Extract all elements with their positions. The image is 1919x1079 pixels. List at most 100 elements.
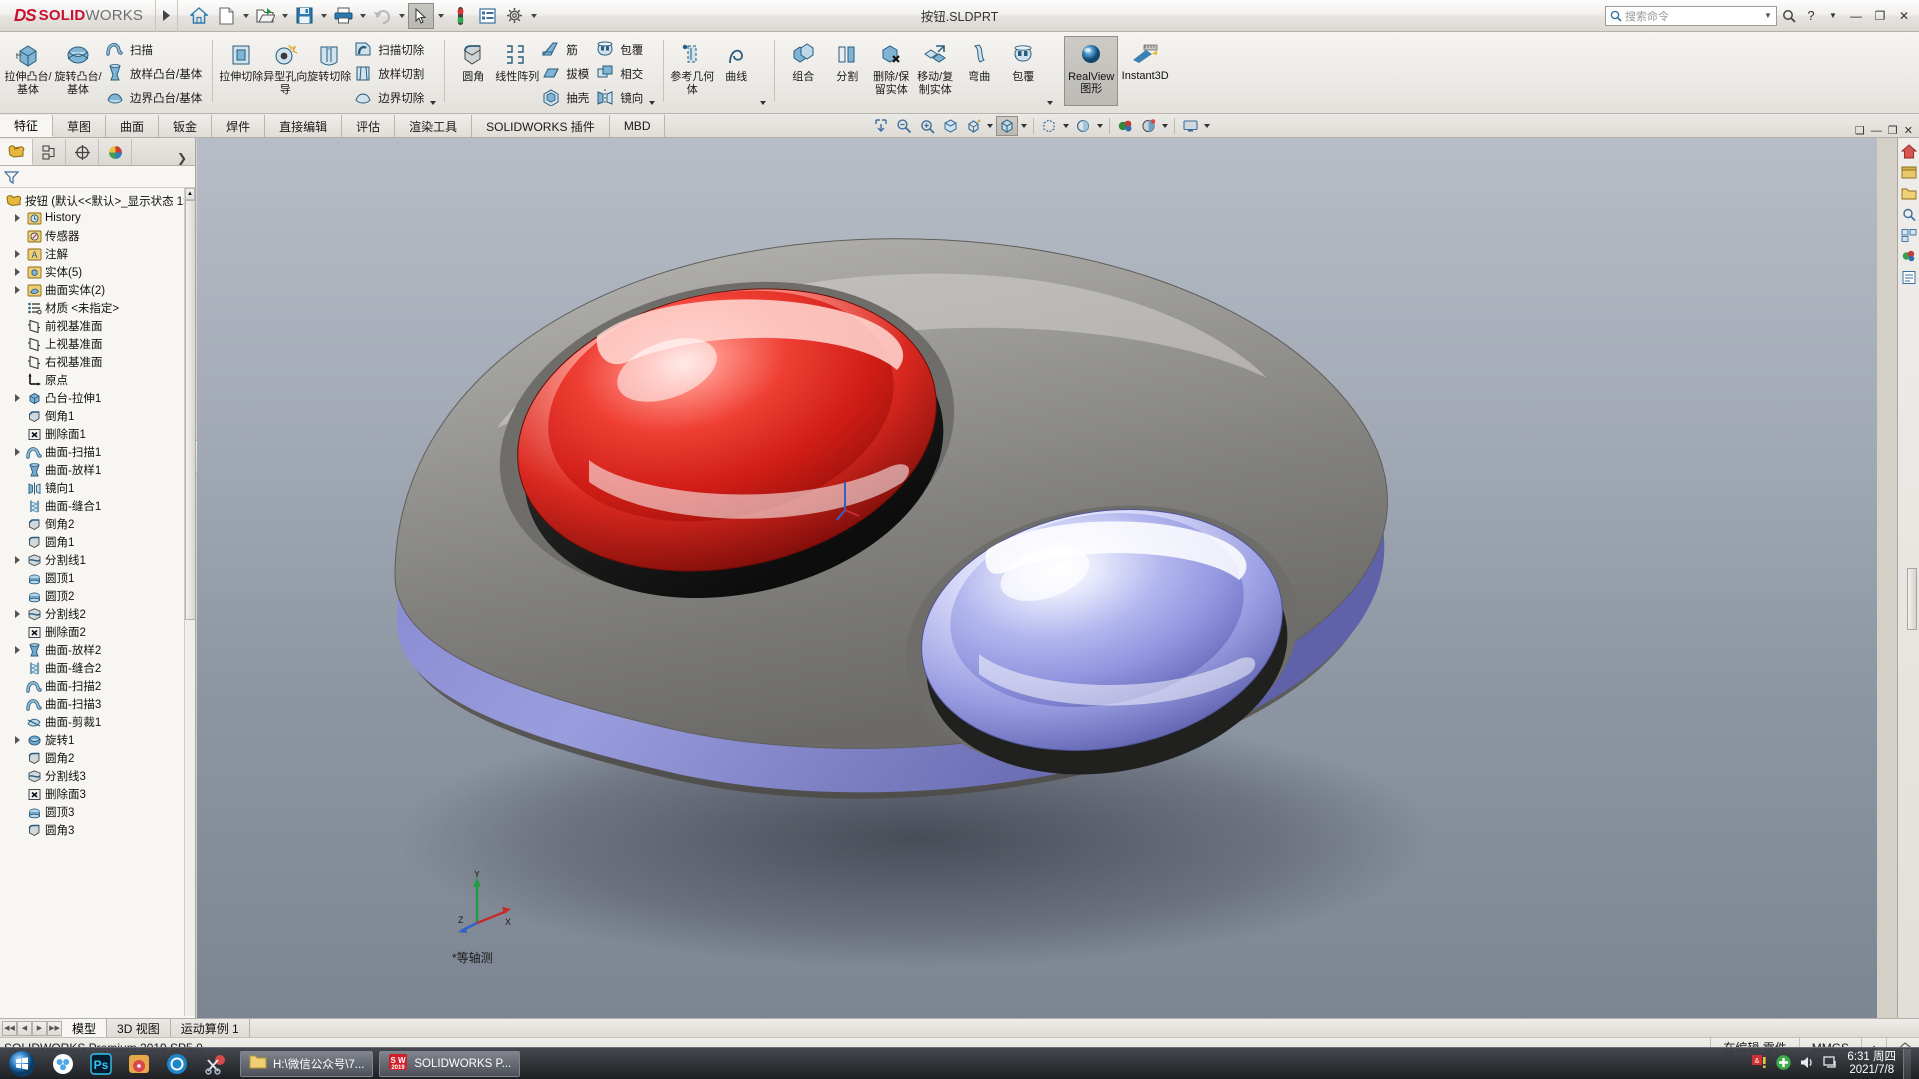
appearances-icon[interactable] (1137, 116, 1159, 136)
feature-tree-node[interactable]: 上视基准面 (3, 335, 195, 353)
print-dropdown[interactable] (357, 3, 368, 29)
section-view-icon[interactable] (939, 116, 961, 136)
expand-arrow-icon[interactable] (11, 286, 23, 294)
feature-tree-node[interactable]: History (3, 209, 195, 227)
search-go-icon[interactable] (1779, 5, 1799, 27)
ribbon-button-rib[interactable]: 筋 (539, 38, 593, 62)
ribbon-button-boundary-cut[interactable]: 边界切除 (351, 86, 428, 110)
ribbon-button-mirror[interactable]: 镜向 (593, 86, 647, 110)
edit-appearance-dropdown[interactable] (1095, 116, 1105, 136)
volume-icon[interactable] (1799, 1055, 1816, 1073)
feature-tree-node[interactable]: 原点 (3, 371, 195, 389)
view-palette-icon[interactable] (1900, 226, 1918, 244)
start-button[interactable] (0, 1049, 44, 1079)
ribbon-button-reference-geometry[interactable]: 参考几何体 (670, 36, 714, 110)
feature-tree-node[interactable]: 倒角2 (3, 515, 195, 533)
ribbon-group-more-arrow[interactable] (1045, 98, 1055, 108)
ribbon-button-loft-boss[interactable]: 放样凸台/基体 (103, 62, 206, 86)
media-player-icon[interactable] (120, 1049, 158, 1079)
camera-app-icon[interactable] (158, 1049, 196, 1079)
open-folder-dropdown[interactable] (279, 3, 290, 29)
minimize-button[interactable]: — (1845, 5, 1867, 27)
feature-tree-node[interactable]: 分割线1 (3, 551, 195, 569)
scroll-thumb[interactable] (185, 200, 195, 620)
hide-show-icon[interactable] (1038, 116, 1060, 136)
ribbon-button-intersect[interactable]: 相交 (593, 62, 647, 86)
custom-properties-icon[interactable] (1900, 268, 1918, 286)
ribbon-button-sweep[interactable]: 扫描 (103, 38, 206, 62)
solidworks-task[interactable]: S W 2019 SOLIDWORKS P... (379, 1050, 521, 1077)
select-dropdown[interactable] (435, 3, 446, 29)
expand-arrow-icon[interactable] (11, 268, 23, 276)
expand-arrow-icon[interactable] (11, 250, 23, 258)
open-folder-icon[interactable] (252, 3, 278, 29)
save-icon[interactable] (291, 3, 317, 29)
feature-tree-node[interactable]: 删除面3 (3, 785, 195, 803)
feature-tree-node[interactable]: 倒角1 (3, 407, 195, 425)
save-dropdown[interactable] (318, 3, 329, 29)
ribbon-button-shell[interactable]: 抽壳 (539, 86, 593, 110)
tab-features[interactable]: 特征 (0, 115, 54, 137)
update-icon[interactable] (1775, 1054, 1792, 1074)
ribbon-button-loft-cut[interactable]: 放样切割 (351, 62, 428, 86)
bottom-tab-motion-study[interactable]: 运动算例 1 (170, 1019, 250, 1037)
instant3d-button[interactable]: Instant3D (1118, 36, 1172, 106)
help-icon[interactable]: ? (1801, 5, 1821, 27)
hide-show-dropdown[interactable] (1061, 116, 1071, 136)
file-explorer-icon[interactable] (1900, 184, 1918, 202)
ribbon-group-more-arrow[interactable] (758, 98, 768, 108)
feature-tree-node[interactable]: 镜向1 (3, 479, 195, 497)
appearances-scenes-icon[interactable] (1900, 247, 1918, 265)
feature-tree-node[interactable]: 分割线3 (3, 767, 195, 785)
show-desktop-button[interactable] (1903, 1048, 1911, 1079)
feature-tree-node[interactable]: 旋转1 (3, 731, 195, 749)
nav-last-button[interactable]: ▶▶ (47, 1020, 62, 1036)
feature-tree-node[interactable]: 圆角1 (3, 533, 195, 551)
feature-tree-node[interactable]: 圆角3 (3, 821, 195, 839)
undo-icon[interactable] (369, 3, 395, 29)
ribbon-button-split[interactable]: 分割 (825, 36, 869, 110)
gear-icon[interactable] (501, 3, 527, 29)
print-icon[interactable] (330, 3, 356, 29)
select-cursor-icon[interactable] (408, 2, 435, 29)
zoom-to-area-icon[interactable] (893, 116, 915, 136)
ribbon-button-delete-keep-body[interactable]: 删除/保留实体 (869, 36, 913, 110)
appearances-dropdown[interactable] (1160, 116, 1170, 136)
feature-tree-node[interactable]: 曲面-缝合2 (3, 659, 195, 677)
menu-expand-arrow[interactable] (156, 0, 179, 32)
ribbon-button-revolve-boss[interactable]: 旋转凸台/基体 (53, 36, 103, 110)
property-manager-tab[interactable] (33, 139, 66, 165)
expand-arrow-icon[interactable] (11, 556, 23, 564)
feature-tree-node[interactable]: 曲面-放样2 (3, 641, 195, 659)
bottom-tab-model[interactable]: 模型 (62, 1019, 108, 1037)
feature-tree-node[interactable]: 删除面1 (3, 425, 195, 443)
doc-restore-icon[interactable]: ❐ (1888, 124, 1898, 137)
expand-arrow-icon[interactable] (11, 448, 23, 456)
help-dropdown-icon[interactable]: ▼ (1823, 5, 1843, 27)
browser-icon[interactable] (44, 1049, 82, 1079)
close-button[interactable]: ✕ (1893, 5, 1915, 27)
design-library-icon[interactable] (1900, 163, 1918, 181)
feature-tree-node[interactable]: 分割线2 (3, 605, 195, 623)
doc-close-icon[interactable]: ✕ (1904, 124, 1913, 137)
feature-tree-node[interactable]: 曲面-放样1 (3, 461, 195, 479)
rebuild-icon[interactable] (447, 3, 473, 29)
configuration-manager-tab[interactable] (66, 139, 99, 165)
tab-solidworks-addins[interactable]: SOLIDWORKS 插件 (472, 115, 610, 137)
tab-surfaces[interactable]: 曲面 (106, 115, 160, 137)
feature-tree-node[interactable]: 曲面-扫描1 (3, 443, 195, 461)
bottom-tab-3dviews[interactable]: 3D 视图 (107, 1019, 171, 1037)
restore-button[interactable]: ❐ (1869, 5, 1891, 27)
view-orientation-icon[interactable] (962, 116, 984, 136)
display-style-dropdown[interactable] (1019, 116, 1029, 136)
tab-direct-editing[interactable]: 直接编辑 (265, 115, 343, 137)
ribbon-button-fillet[interactable]: 圆角 (451, 36, 495, 110)
ribbon-button-draft[interactable]: 拔模 (539, 62, 593, 86)
realview-graphics-button[interactable]: RealView 图形 (1064, 36, 1119, 106)
ribbon-button-sweep-cut[interactable]: 扫描切除 (351, 38, 428, 62)
nav-prev-button[interactable]: ◀ (17, 1020, 32, 1036)
search-input[interactable]: 搜索命令 ▼ (1605, 5, 1777, 26)
doc-restore-small-icon[interactable]: ❑ (1855, 124, 1865, 137)
home-icon[interactable] (186, 3, 212, 29)
security-alert-icon[interactable]: & (1750, 1054, 1768, 1073)
